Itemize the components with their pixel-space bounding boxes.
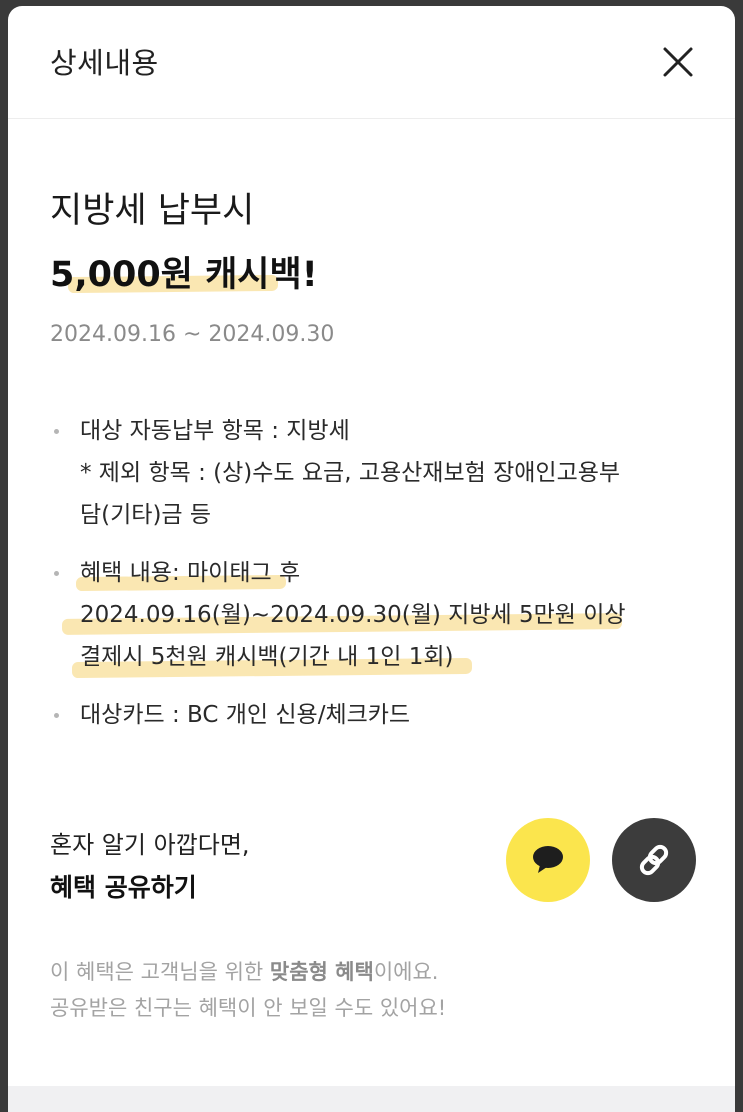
- kakao-share-button[interactable]: [506, 818, 590, 902]
- bullet-icon: [54, 571, 59, 576]
- promo-headline-emphasis-wrap: 5,000원 캐시백!: [50, 246, 318, 297]
- notice-emphasis: 맞춤형 혜택: [269, 960, 374, 984]
- target-card-text: 대상카드 : BC 개인 신용/체크카드: [80, 702, 411, 728]
- close-icon: [663, 47, 693, 77]
- bottom-strip: [8, 1086, 735, 1112]
- notice-line-1: 이 혜택은 고객님을 위한 맞춤형 혜택이에요.: [50, 954, 446, 990]
- speech-bubble-icon: [533, 846, 563, 873]
- sheet-title: 상세내용: [50, 46, 159, 80]
- bullet-icon: [54, 429, 59, 434]
- promo-period: 2024.09.16 ~ 2024.09.30: [50, 322, 335, 347]
- share-subtitle: 혼자 알기 아깝다면,: [50, 831, 250, 859]
- detail-list: 대상 자동납부 항목 : 지방세 * 제외 항목 : (상)수도 요금, 고용산…: [50, 410, 700, 752]
- benefit-text: 혜택 내용: 마이태그 후: [80, 560, 301, 586]
- list-item: 대상카드 : BC 개인 신용/체크카드: [50, 694, 700, 736]
- promo-headline: 지방세 납부시: [50, 191, 255, 231]
- list-item: 대상 자동납부 항목 : 지방세 * 제외 항목 : (상)수도 요금, 고용산…: [50, 410, 700, 536]
- share-section: 혼자 알기 아깝다면, 혜택 공유하기: [50, 824, 250, 910]
- excluded-items-text-cont: 담(기타)금 등: [80, 502, 212, 528]
- excluded-items-text: * 제외 항목 : (상)수도 요금, 고용산재보험 장애인고용부: [80, 460, 621, 486]
- list-item: 혜택 내용: 마이태그 후 2024.09.16(월)~2024.09.30(월…: [50, 552, 700, 679]
- promo-headline-emphasis: 5,000원 캐시백!: [50, 255, 318, 295]
- screen: 상세내용 지방세 납부시 5,000원 캐시백! 2024.09.16 ~ 20…: [0, 0, 743, 1112]
- share-notice: 이 혜택은 고객님을 위한 맞춤형 혜택이에요. 공유받은 친구는 혜택이 안 …: [50, 954, 446, 1026]
- benefit-period-text: 2024.09.16(월)~2024.09.30(월) 지방세 5만원 이상: [80, 602, 626, 628]
- notice-text: 이 혜택은 고객님을 위한: [50, 960, 270, 984]
- close-button[interactable]: [654, 38, 702, 86]
- sheet-header: 상세내용: [8, 6, 735, 119]
- link-icon: [639, 844, 669, 876]
- bullet-icon: [54, 713, 59, 718]
- notice-line-2: 공유받은 친구는 혜택이 안 보일 수도 있어요!: [50, 996, 447, 1020]
- notice-text-end: 이에요.: [373, 960, 439, 984]
- benefit-amount-text: 결제시 5천원 캐시백(기간 내 1인 1회): [80, 644, 454, 670]
- share-title: 혜택 공유하기: [50, 873, 197, 902]
- link-share-button[interactable]: [612, 818, 696, 902]
- detail-bottom-sheet: 상세내용 지방세 납부시 5,000원 캐시백! 2024.09.16 ~ 20…: [8, 6, 735, 1086]
- target-items-text: 대상 자동납부 항목 : 지방세: [80, 418, 350, 444]
